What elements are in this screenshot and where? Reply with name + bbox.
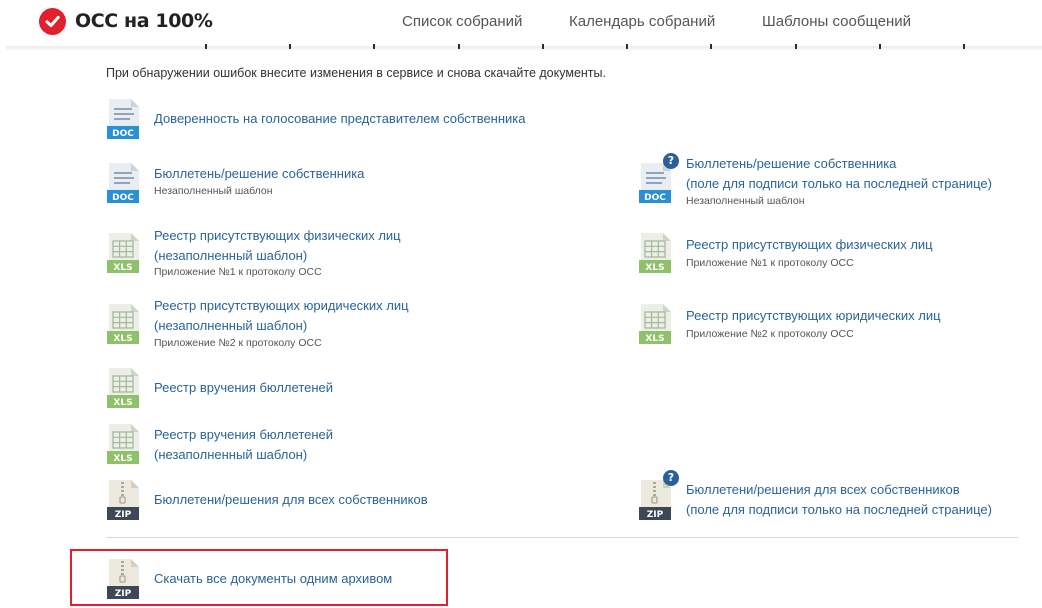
- ballot-link[interactable]: Бюллетень/решение собственника: [154, 164, 364, 184]
- zip-type-label: ZIP: [647, 510, 664, 520]
- xls-file-icon[interactable]: XLS: [107, 368, 141, 408]
- help-icon[interactable]: ?: [663, 153, 679, 169]
- section-divider: [106, 537, 1018, 538]
- delivery-registry-blank-link-line2[interactable]: (незаполненный шаблон): [154, 445, 307, 465]
- zip-file-icon[interactable]: ZIP: [639, 480, 673, 520]
- registry-individuals-subtitle: Приложение №1 к протоколу ОСС: [686, 257, 854, 269]
- proxy-document-link[interactable]: Доверенность на голосование представител…: [154, 109, 526, 129]
- xls-type-label: XLS: [113, 398, 132, 408]
- logo-text: ОСС на 100%: [75, 10, 213, 32]
- doc-file-icon[interactable]: DOC: [639, 163, 673, 203]
- xls-type-label: XLS: [113, 263, 132, 273]
- nav-message-templates[interactable]: Шаблоны сообщений: [762, 13, 911, 30]
- zip-type-label: ZIP: [115, 589, 132, 599]
- all-ballots-last-page-link-line2[interactable]: (поле для подписи только на последней ст…: [686, 500, 992, 520]
- instruction-note: При обнаружении ошибок внесите изменения…: [106, 66, 606, 80]
- registry-legal-blank-link-line1[interactable]: Реестр присутствующих юридических лиц: [154, 296, 409, 316]
- xls-type-label: XLS: [645, 263, 664, 273]
- zip-type-label: ZIP: [115, 510, 132, 520]
- registry-individuals-blank-subtitle: Приложение №1 к протоколу ОСС: [154, 266, 322, 278]
- registry-individuals-link[interactable]: Реестр присутствующих физических лиц: [686, 235, 933, 255]
- delivery-registry-link[interactable]: Реестр вручения бюллетеней: [154, 378, 333, 398]
- ballot-last-page-link-line1[interactable]: Бюллетень/решение собственника: [686, 154, 896, 174]
- download-all-archive-link[interactable]: Скачать все документы одним архивом: [154, 569, 392, 589]
- xls-file-icon[interactable]: XLS: [639, 304, 673, 344]
- doc-type-label: DOC: [112, 129, 134, 139]
- registry-legal-blank-link-line2[interactable]: (незаполненный шаблон): [154, 316, 307, 336]
- xls-type-label: XLS: [113, 334, 132, 344]
- registry-legal-blank-subtitle: Приложение №2 к протоколу ОСС: [154, 337, 322, 349]
- xls-type-label: XLS: [645, 334, 664, 344]
- nav-meetings-calendar[interactable]: Календарь собраний: [569, 13, 715, 30]
- ballot-subtitle: Незаполненный шаблон: [154, 185, 273, 197]
- xls-file-icon[interactable]: XLS: [107, 233, 141, 273]
- zip-file-icon[interactable]: ZIP: [107, 480, 141, 520]
- delivery-registry-blank-link-line1[interactable]: Реестр вручения бюллетеней: [154, 425, 333, 445]
- registry-legal-subtitle: Приложение №2 к протоколу ОСС: [686, 328, 854, 340]
- xls-type-label: XLS: [113, 454, 132, 464]
- xls-file-icon[interactable]: XLS: [107, 304, 141, 344]
- nav-meetings-list[interactable]: Список собраний: [402, 13, 522, 30]
- ballot-last-page-link-line2[interactable]: (поле для подписи только на последней ст…: [686, 174, 992, 194]
- help-icon[interactable]: ?: [663, 470, 679, 486]
- all-ballots-last-page-link-line1[interactable]: Бюллетени/решения для всех собственников: [686, 480, 960, 500]
- xls-file-icon[interactable]: XLS: [639, 233, 673, 273]
- top-navbar: ОСС на 100% Список собраний Календарь со…: [0, 0, 1042, 44]
- cut-off-content-edge: [205, 44, 965, 50]
- zip-file-icon[interactable]: ZIP: [107, 559, 141, 599]
- ballot-last-page-subtitle: Незаполненный шаблон: [686, 195, 805, 207]
- doc-file-icon[interactable]: DOC: [107, 163, 141, 203]
- logo[interactable]: ОСС на 100%: [39, 6, 213, 36]
- doc-type-label: DOC: [112, 193, 134, 203]
- all-ballots-link[interactable]: Бюллетени/решения для всех собственников: [154, 490, 428, 510]
- registry-individuals-blank-link-line2[interactable]: (незаполненный шаблон): [154, 246, 307, 266]
- registry-legal-link[interactable]: Реестр присутствующих юридических лиц: [686, 306, 941, 326]
- registry-individuals-blank-link-line1[interactable]: Реестр присутствующих физических лиц: [154, 226, 401, 246]
- doc-type-label: DOC: [644, 193, 666, 203]
- checkmark-logo-icon: [39, 7, 66, 35]
- xls-file-icon[interactable]: XLS: [107, 424, 141, 464]
- doc-file-icon[interactable]: DOC: [107, 99, 141, 139]
